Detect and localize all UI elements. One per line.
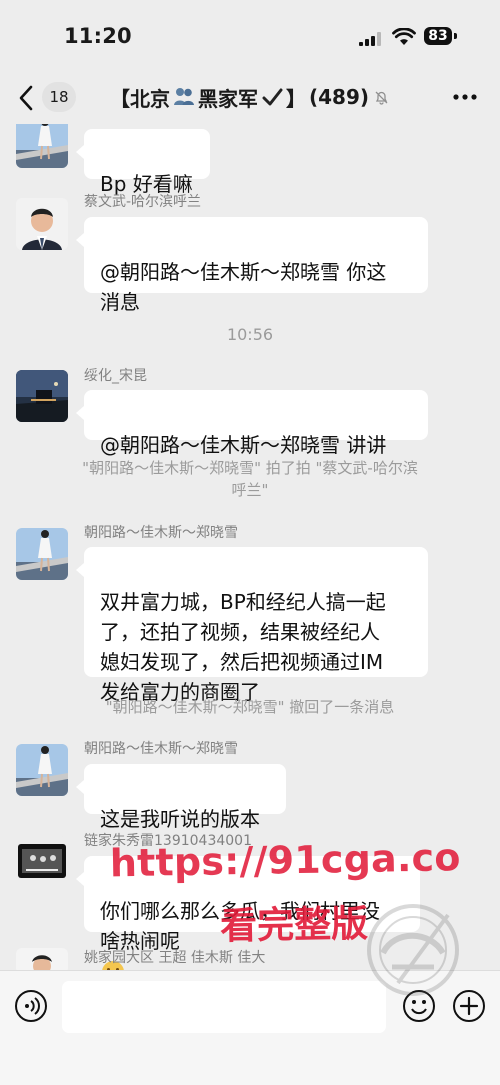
sender-name: 朝阳路～佳木斯～郑晓雪: [84, 525, 238, 541]
avatar-image: [16, 124, 68, 168]
avatar[interactable]: [16, 198, 68, 250]
message-bubble[interactable]: Bp 好看嘛: [76, 129, 210, 196]
voice-input-icon[interactable]: [14, 989, 48, 1023]
avatar[interactable]: [16, 744, 68, 796]
more-options-icon[interactable]: [452, 90, 478, 104]
message-timestamp: 10:56: [226, 325, 274, 344]
avatar-image: [16, 528, 68, 580]
avatar-image: [16, 744, 68, 796]
avatar[interactable]: [16, 124, 68, 168]
message-text: @朝阳路～佳木斯～郑晓雪 讲讲: [100, 433, 387, 457]
title-group-name: 黑家军: [198, 86, 258, 111]
title-prefix: 【北京: [110, 86, 170, 111]
message-text: 这是我听说的版本: [100, 807, 260, 831]
system-message-poke: "朝阳路～佳木斯～郑晓雪" 拍了拍 "蔡文武-哈尔滨 呼兰": [82, 459, 418, 499]
message-bubble[interactable]: @朝阳路～佳木斯～郑晓雪 你这 消息: [76, 217, 428, 314]
watermark-logo-icon: [367, 904, 459, 996]
avatar-image: [16, 948, 68, 970]
avatar[interactable]: [16, 370, 68, 422]
avatar-image: [16, 836, 68, 888]
status-bar: 11:20 83: [0, 0, 500, 70]
avatar-image: [16, 370, 68, 422]
sender-name: 朝阳路～佳木斯～郑晓雪: [84, 741, 238, 757]
battery-level: 83: [428, 28, 448, 44]
wifi-icon: [392, 28, 416, 45]
system-message-recall: "朝阳路～佳木斯～郑晓雪" 撤回了一条消息: [105, 698, 395, 716]
chat-header: 18 【北京 黑家军 】 (489): [0, 70, 500, 124]
message-text: 双井富力城，BP和经纪人搞一起 了，还拍了视频，结果被经纪人 媳妇发现了，然后把…: [100, 590, 386, 704]
sender-name: 绥化_宋昆: [84, 368, 147, 384]
member-count: (489): [309, 85, 370, 109]
watermark-url-text: https://91cga.co: [109, 835, 461, 886]
chat-title: 【北京 黑家军 】 (489): [110, 82, 415, 112]
message-bubble[interactable]: @朝阳路～佳木斯～郑晓雪 讲讲: [76, 390, 428, 457]
avatar-image: [16, 198, 68, 250]
sender-name: 蔡文武-哈尔滨呼兰: [84, 194, 202, 210]
avatar[interactable]: [16, 948, 68, 970]
unread-count: 18: [49, 88, 69, 106]
people-icon: [174, 88, 194, 105]
message-text: @朝阳路～佳木斯～郑晓雪 你这 消息: [100, 260, 387, 314]
battery-indicator: 83: [424, 27, 452, 45]
unread-count-badge[interactable]: 18: [42, 82, 76, 112]
checkmark-icon: [262, 88, 283, 106]
title-suffix: 】: [286, 86, 306, 111]
cellular-signal-icon: [359, 32, 381, 46]
battery-tip-icon: [454, 33, 457, 39]
back-chevron-icon[interactable]: [16, 84, 36, 112]
sender-name: 姚家园大区 王超 佳木斯 佳大: [84, 950, 266, 966]
avatar[interactable]: [16, 528, 68, 580]
muted-bell-icon: [375, 91, 388, 105]
status-time: 11:20: [64, 24, 132, 48]
avatar[interactable]: [16, 836, 68, 888]
message-bubble[interactable]: 双井富力城，BP和经纪人搞一起 了，还拍了视频，结果被经纪人 媳妇发现了，然后把…: [76, 547, 428, 704]
message-bubble[interactable]: 这是我听说的版本: [76, 764, 286, 831]
